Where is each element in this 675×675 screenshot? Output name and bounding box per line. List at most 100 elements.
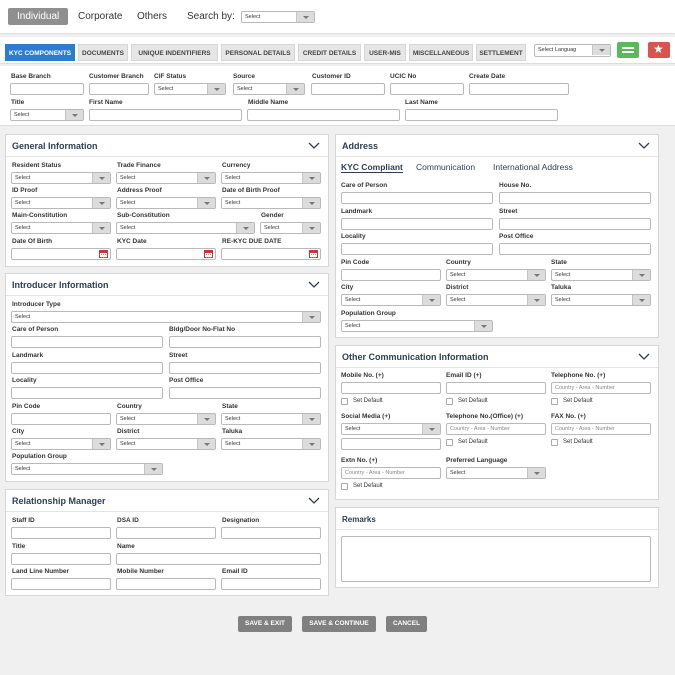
addr-city-select[interactable]: Select (341, 294, 441, 306)
tab-kyc-compliant[interactable]: KYC Compliant (341, 162, 403, 173)
rekyc-due-date-input[interactable] (221, 248, 321, 260)
designation-input[interactable] (221, 527, 321, 539)
cif-status-select[interactable]: Select (154, 83, 226, 95)
date-of-birth-input[interactable] (11, 248, 111, 260)
intro-bldg-input[interactable] (169, 336, 321, 348)
mobile-no-input[interactable] (341, 382, 441, 394)
addr-district-select[interactable]: Select (446, 294, 546, 306)
extn-set-default-checkbox[interactable] (341, 483, 348, 490)
chevron-down-icon[interactable] (638, 353, 650, 361)
telephone-office-input[interactable]: Country - Area - Number (446, 423, 546, 435)
addr-state-select[interactable]: Select (551, 269, 651, 281)
intro-type-select[interactable]: Select (11, 311, 321, 323)
addr-care-of-input[interactable] (341, 192, 493, 204)
addr-house-no-input[interactable] (499, 192, 651, 204)
save-exit-button[interactable]: SAVE & EXIT (238, 616, 292, 632)
customer-branch-input[interactable] (89, 83, 149, 95)
green-action-button[interactable] (617, 42, 639, 58)
calendar-icon[interactable] (204, 250, 213, 258)
id-proof-select[interactable]: Select (11, 197, 111, 209)
navtab-user-mis[interactable]: USER-MIS (364, 44, 406, 61)
sub-constitution-select[interactable]: Select (116, 222, 255, 234)
mobile-set-default-checkbox[interactable] (341, 398, 348, 405)
rm-mobile-input[interactable] (116, 578, 216, 590)
tab-international-address[interactable]: International Address (493, 162, 573, 172)
intro-street-input[interactable] (169, 362, 321, 374)
navtab-miscellaneous[interactable]: MISCELLANEOUS (409, 44, 473, 61)
chevron-down-icon[interactable] (638, 142, 650, 150)
navtab-documents[interactable]: DOCUMENTS (78, 44, 128, 61)
navtab-unique-identifiers[interactable]: UNIQUE INDENTIFIERS (131, 44, 218, 61)
telephone-no-input[interactable]: Country - Area - Number (551, 382, 651, 394)
customer-id-input[interactable] (311, 83, 385, 95)
red-favorite-button[interactable]: ★ (648, 42, 670, 58)
dob-proof-select[interactable]: Select (221, 197, 321, 209)
intro-locality-input[interactable] (11, 387, 163, 399)
fax-no-input[interactable]: Country - Area - Number (551, 423, 651, 435)
intro-population-group-select[interactable]: Select (11, 463, 163, 475)
first-name-input[interactable] (89, 109, 242, 121)
navtab-credit-details[interactable]: CREDIT DETAILS (298, 44, 361, 61)
email-set-default-checkbox[interactable] (446, 398, 453, 405)
tab-communication[interactable]: Communication (416, 162, 475, 172)
rm-email-input[interactable] (221, 578, 321, 590)
social-media-input[interactable] (341, 438, 441, 450)
last-name-input[interactable] (405, 109, 558, 121)
dsa-id-input[interactable] (116, 527, 216, 539)
addr-street-input[interactable] (499, 218, 651, 230)
extn-no-input[interactable]: Country - Area - Number (341, 467, 441, 479)
addr-country-select[interactable]: Select (446, 269, 546, 281)
middle-name-input[interactable] (247, 109, 400, 121)
tab-corporate[interactable]: Corporate (78, 11, 122, 22)
preferred-language-select[interactable]: Select (446, 467, 546, 479)
calendar-icon[interactable] (309, 250, 318, 258)
navtab-settlement[interactable]: SETTLEMENT (476, 44, 526, 61)
navtab-personal-details[interactable]: PERSONAL DETAILS (221, 44, 295, 61)
intro-post-office-input[interactable] (169, 387, 321, 399)
ucic-no-input[interactable] (390, 83, 464, 95)
addr-pin-code-input[interactable] (341, 269, 441, 281)
chevron-down-icon[interactable] (308, 497, 320, 505)
chevron-down-icon[interactable] (308, 142, 320, 150)
telephone-set-default-checkbox[interactable] (551, 398, 558, 405)
navtab-kyc-components[interactable]: KYC COMPONENTS (5, 44, 75, 61)
intro-district-select[interactable]: Select (116, 438, 216, 450)
rm-title-input[interactable] (11, 553, 111, 565)
intro-state-select[interactable]: Select (221, 413, 321, 425)
addr-population-group-select[interactable]: Select (341, 320, 493, 332)
chevron-down-icon[interactable] (308, 281, 320, 289)
calendar-icon[interactable] (99, 250, 108, 258)
resident-status-select[interactable]: Select (11, 172, 111, 184)
intro-landmark-input[interactable] (11, 362, 163, 374)
trade-finance-select[interactable]: Select (116, 172, 216, 184)
currency-select[interactable]: Select (221, 172, 321, 184)
intro-taluka-select[interactable]: Select (221, 438, 321, 450)
intro-pin-code-input[interactable] (11, 413, 111, 425)
base-branch-input[interactable] (10, 83, 84, 95)
addr-post-office-input[interactable] (499, 243, 651, 255)
search-by-select[interactable]: Select (241, 11, 315, 23)
create-date-input[interactable] (469, 83, 569, 95)
kyc-date-input[interactable] (116, 248, 216, 260)
social-media-select[interactable]: Select (341, 423, 441, 435)
landline-input[interactable] (11, 578, 111, 590)
intro-care-of-input[interactable] (11, 336, 163, 348)
address-proof-select[interactable]: Select (116, 197, 216, 209)
tel-office-set-default-checkbox[interactable] (446, 439, 453, 446)
rm-name-input[interactable] (116, 553, 321, 565)
remarks-textarea[interactable] (341, 536, 651, 582)
cancel-button[interactable]: CANCEL (386, 616, 427, 632)
intro-country-select[interactable]: Select (116, 413, 216, 425)
addr-taluka-select[interactable]: Select (551, 294, 651, 306)
title-select[interactable]: Select (10, 109, 84, 121)
tab-others[interactable]: Others (137, 11, 167, 22)
addr-landmark-input[interactable] (341, 218, 493, 230)
fax-set-default-checkbox[interactable] (551, 439, 558, 446)
intro-city-select[interactable]: Select (11, 438, 111, 450)
language-select[interactable]: Select Languag (534, 44, 611, 57)
addr-locality-input[interactable] (341, 243, 493, 255)
source-select[interactable]: Select (233, 83, 305, 95)
save-continue-button[interactable]: SAVE & CONTINUE (302, 616, 376, 632)
staff-id-input[interactable] (11, 527, 111, 539)
email-id-input[interactable] (446, 382, 546, 394)
